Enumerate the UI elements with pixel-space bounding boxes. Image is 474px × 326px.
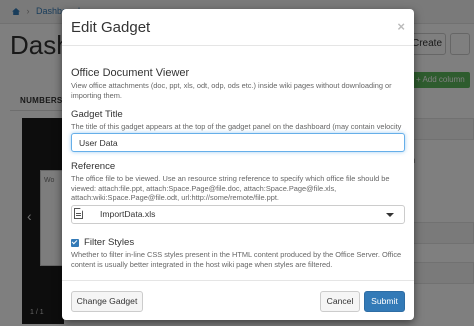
gadget-name: Office Document Viewer (71, 67, 190, 79)
dialog-footer: Change Gadget Cancel Submit (62, 280, 414, 320)
edit-gadget-dialog: Edit Gadget × Office Document Viewer Vie… (62, 9, 414, 320)
gadget-title-input[interactable] (71, 133, 405, 152)
filter-styles-checkbox[interactable] (71, 239, 79, 247)
filter-styles-label[interactable]: Filter Styles (84, 237, 134, 248)
change-gadget-button[interactable]: Change Gadget (71, 291, 143, 312)
close-icon[interactable]: × (397, 19, 405, 34)
submit-button[interactable]: Submit (364, 291, 405, 312)
dialog-header: Edit Gadget × (62, 9, 414, 46)
cancel-button[interactable]: Cancel (320, 291, 360, 312)
reference-label: Reference (71, 161, 116, 172)
gadget-description: View office attachments (doc, ppt, xls, … (71, 81, 392, 100)
caret-down-icon[interactable] (386, 213, 394, 217)
dialog-title: Edit Gadget (71, 19, 151, 36)
gadget-title-label: Gadget Title (71, 109, 123, 120)
filter-styles-hint: Whether to filter in-line CSS styles pre… (71, 250, 402, 269)
dialog-body: Office Document Viewer View office attac… (62, 47, 414, 280)
reference-hint: The office file to be viewed. Use an res… (71, 174, 390, 202)
reference-select[interactable]: ImportData.xls (71, 205, 405, 224)
